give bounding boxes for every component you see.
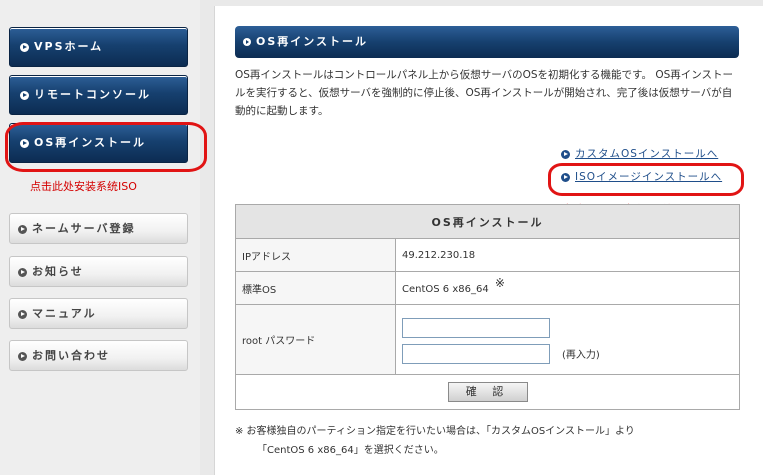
ip-label: IPアドレス — [235, 238, 396, 272]
ip-value: 49.212.230.18 — [395, 238, 740, 272]
os-reinstall-form: OS再インストール IPアドレス 49.212.230.18 標準OS Cent… — [235, 204, 740, 410]
root-password-input[interactable] — [402, 317, 550, 338]
os-note-mark: ※ — [494, 276, 505, 290]
nav-os-reinstall-label: OS再インストール — [34, 136, 147, 149]
reenter-label: (再入力) — [562, 350, 600, 361]
arrow-bullet-icon — [561, 149, 570, 159]
nav-remote-console-label: リモートコンソール — [34, 88, 151, 101]
password-cell: (再入力) — [395, 304, 740, 375]
custom-os-install-link[interactable]: カスタムOSインストールへ — [561, 146, 718, 161]
arrow-bullet-icon — [561, 172, 570, 182]
nav-vps-home-button[interactable]: VPSホーム — [9, 27, 188, 67]
nav-vps-home-label: VPSホーム — [34, 40, 104, 53]
nav-contact-button[interactable]: お問い合わせ — [9, 340, 188, 371]
footnote-line-1: ※ お客様独自のパーティション指定を行いたい場合は、「カスタムOSインストール」… — [235, 426, 635, 437]
footnote: ※ お客様独自のパーティション指定を行いたい場合は、「カスタムOSインストール」… — [235, 422, 739, 460]
page-title-bar: OS再インストール — [235, 26, 739, 58]
arrow-bullet-icon — [18, 309, 27, 319]
nav-manual-label: マニュアル — [32, 307, 97, 320]
arrow-bullet-icon — [243, 38, 251, 46]
page-description: OS再インストールはコントロールパネル上から仮想サーバのOSを初期化する機能です… — [235, 69, 734, 117]
arrow-bullet-icon — [20, 42, 29, 52]
os-value: CentOS 6 x86_64 — [402, 284, 489, 295]
os-label: 標準OS — [235, 271, 396, 305]
sidebar: VPSホーム リモートコンソール OS再インストール 点击此处安装系统ISO ネ… — [0, 0, 207, 475]
arrow-bullet-icon — [18, 267, 27, 277]
os-value-cell: CentOS 6 x86_64 ※ — [395, 271, 740, 305]
confirm-button[interactable]: 確 認 — [447, 382, 528, 402]
main-panel: OS再インストール OS再インストールはコントロールパネル上から仮想サーバのOS… — [214, 6, 763, 475]
iso-image-install-label: ISOイメージインストールへ — [575, 171, 723, 183]
password-label: root パスワード — [235, 304, 396, 375]
iso-image-install-link[interactable]: ISOイメージインストールへ — [561, 169, 722, 184]
nav-nameserver-button[interactable]: ネームサーバ登録 — [9, 213, 188, 244]
root-password-confirm-input[interactable] — [402, 343, 550, 364]
password-confirm-row: (再入力) — [402, 343, 738, 364]
arrow-bullet-icon — [20, 90, 29, 100]
form-header: OS再インストール — [235, 204, 740, 239]
custom-os-install-label: カスタムOSインストールへ — [575, 148, 719, 160]
nav-news-button[interactable]: お知らせ — [9, 256, 188, 287]
nav-contact-label: お問い合わせ — [32, 349, 110, 362]
nav-nameserver-label: ネームサーバ登録 — [32, 222, 136, 235]
page-title: OS再インストール — [256, 35, 369, 48]
nav-news-label: お知らせ — [32, 265, 84, 278]
nav-manual-button[interactable]: マニュアル — [9, 298, 188, 329]
arrow-bullet-icon — [18, 351, 27, 361]
nav-remote-console-button[interactable]: リモートコンソール — [9, 75, 188, 115]
arrow-bullet-icon — [20, 138, 29, 148]
footnote-line-2: 「CentOS 6 x86_64」を選択ください。 — [257, 445, 444, 456]
arrow-bullet-icon — [18, 224, 27, 234]
nav-os-reinstall-button[interactable]: OS再インストール — [9, 123, 188, 163]
confirm-row: 確 認 — [235, 374, 740, 410]
sidebar-annotation: 点击此处安装系统ISO — [30, 180, 137, 193]
